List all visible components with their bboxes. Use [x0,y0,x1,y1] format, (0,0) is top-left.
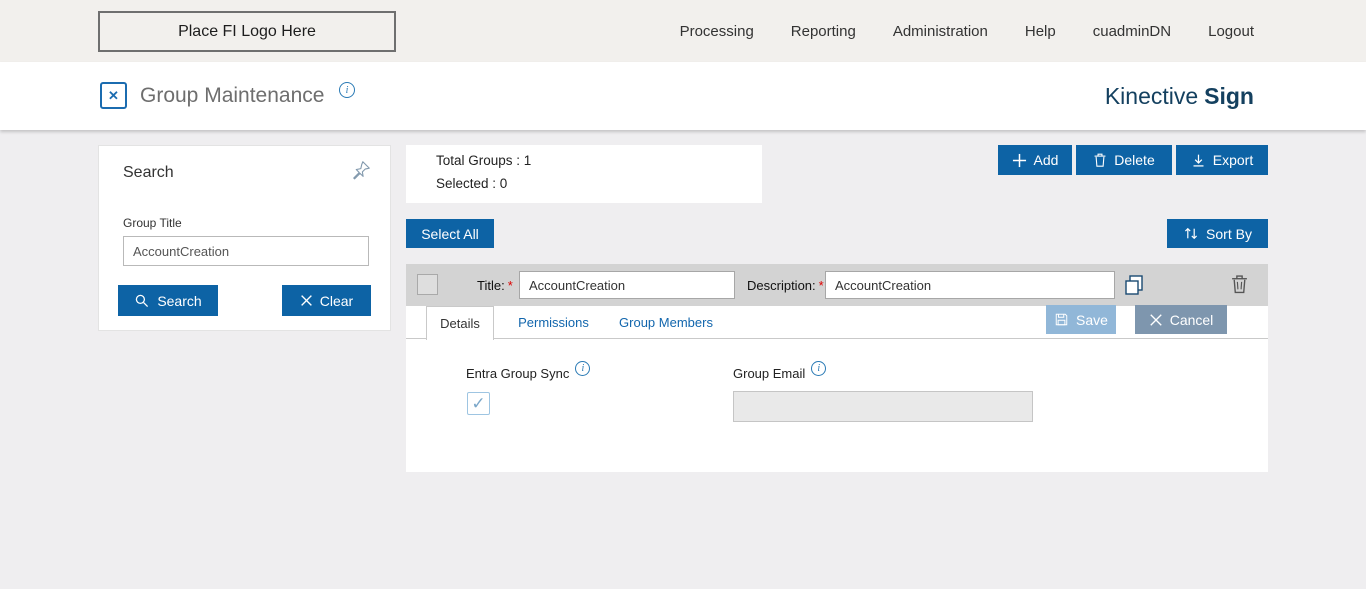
cancel-x-icon [1149,313,1163,327]
group-maintenance-icon: ✕ [100,82,127,109]
nav-administration[interactable]: Administration [893,23,988,40]
clear-x-icon [300,294,313,307]
clear-button[interactable]: Clear [282,285,371,316]
copy-icon[interactable] [1122,273,1146,297]
nav-user-cuadmindn[interactable]: cuadminDN [1093,23,1171,40]
tab-bar: Details Permissions Group Members Save [406,306,1268,339]
summary-panel: Total Groups : 1 Selected : 0 [406,145,762,203]
fi-logo-text: Place FI Logo Here [178,23,316,41]
nav-logout[interactable]: Logout [1208,23,1254,40]
group-row: Title: * Description: * [406,264,1268,306]
nav-help[interactable]: Help [1025,23,1056,40]
group-title-input[interactable] [123,236,369,266]
title-label: Title: * [477,264,513,306]
search-panel: Search Group Title Search [98,145,391,331]
title-required-marker: * [508,278,513,293]
description-label: Description: * [747,264,824,306]
add-button[interactable]: Add [998,145,1072,175]
group-email-label: Group Email i [733,366,826,381]
tab-details[interactable]: Details [426,306,494,340]
page-header: ✕ Group Maintenance i Kinective Sign [0,62,1366,130]
clear-button-label: Clear [320,293,353,309]
selected-count-text: Selected : 0 [436,176,507,191]
group-maintenance-page: Place FI Logo Here Processing Reporting … [0,0,1366,589]
search-button-label: Search [157,293,201,309]
group-actions-toolbar: Add Delete Export [998,145,1268,175]
group-detail-panel: Details Permissions Group Members Save [406,306,1268,472]
title-label-text: Title: [477,278,505,293]
description-label-text: Description: [747,278,816,293]
page-title-info-icon[interactable]: i [339,82,355,98]
entra-group-sync-label: Entra Group Sync i [466,366,590,381]
save-disk-icon [1054,312,1069,327]
tab-permissions[interactable]: Permissions [506,306,601,339]
brand-name: Kinective [1105,83,1198,110]
cancel-button[interactable]: Cancel [1135,305,1227,334]
delete-button-label: Delete [1114,152,1154,168]
pin-icon[interactable] [350,159,372,181]
title-input[interactable] [519,271,735,299]
save-button[interactable]: Save [1046,305,1116,334]
top-bar: Place FI Logo Here Processing Reporting … [0,0,1366,62]
group-email-text: Group Email [733,366,805,381]
page-title: Group Maintenance [140,62,324,130]
entra-group-sync-text: Entra Group Sync [466,366,569,381]
row-delete-icon[interactable] [1230,273,1252,297]
tab-group-members[interactable]: Group Members [611,306,721,339]
add-button-label: Add [1034,152,1059,168]
download-icon [1191,153,1206,168]
export-button-label: Export [1213,152,1253,168]
nav-reporting[interactable]: Reporting [791,23,856,40]
group-email-input [733,391,1033,422]
nav-processing[interactable]: Processing [680,23,754,40]
sort-by-button[interactable]: Sort By [1167,219,1268,248]
group-email-info-icon[interactable]: i [811,361,826,376]
select-all-button[interactable]: Select All [406,219,494,248]
select-all-label: Select All [421,226,479,242]
total-groups-text: Total Groups : 1 [436,153,531,168]
sort-icon [1183,226,1199,241]
row-select-checkbox[interactable] [417,274,438,295]
delete-button[interactable]: Delete [1076,145,1172,175]
export-button[interactable]: Export [1176,145,1268,175]
description-input[interactable] [825,271,1115,299]
save-button-label: Save [1076,312,1108,328]
entra-group-sync-info-icon[interactable]: i [575,361,590,376]
search-panel-title: Search [123,164,174,182]
sort-by-label: Sort By [1206,226,1252,242]
cancel-button-label: Cancel [1170,312,1214,328]
top-navigation: Processing Reporting Administration Help… [680,0,1254,62]
search-icon [134,293,150,309]
brand-logo: Kinective Sign [1105,62,1254,130]
brand-product: Sign [1204,83,1254,110]
plus-icon [1012,153,1027,168]
group-title-label: Group Title [123,216,182,230]
description-required-marker: * [819,278,824,293]
trash-icon [1093,152,1107,168]
entra-group-sync-checkbox[interactable] [467,392,490,415]
fi-logo-placeholder: Place FI Logo Here [98,11,396,52]
search-button[interactable]: Search [118,285,218,316]
